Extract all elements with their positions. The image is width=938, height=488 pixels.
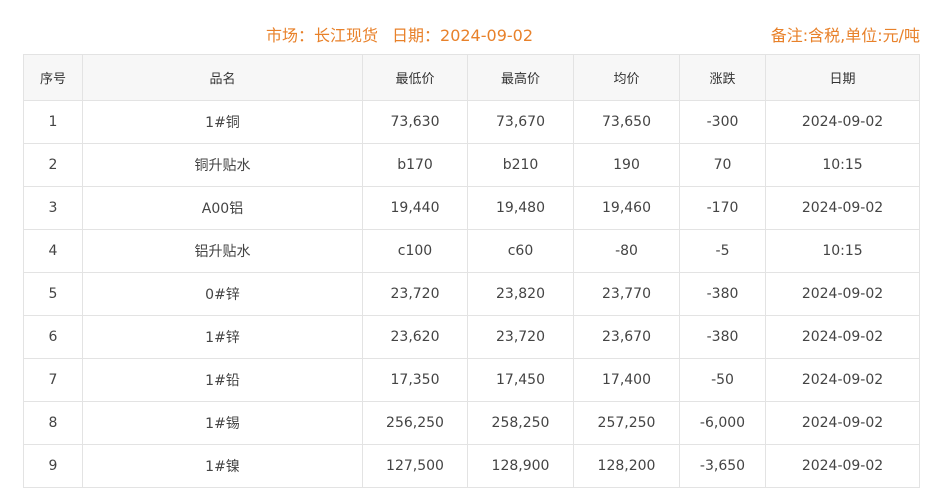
cell-name: 1#铜	[82, 100, 363, 144]
price-table: 序号 品名 最低价 最高价 均价 涨跌 日期 1 1#铜 73,630 73,670 7…	[23, 54, 920, 488]
cell-high: 73,670	[467, 100, 574, 144]
cell-date: 2024-09-02	[765, 401, 920, 445]
date-label: 日期：2024-09-02	[392, 26, 534, 45]
cell-low: 73,630	[362, 100, 468, 144]
table-body: 1 1#铜 73,630 73,670 73,650 -300 2024-09-02 2 铜升贴…	[23, 100, 920, 488]
cell-change: -3,650	[679, 444, 766, 488]
cell-avg: 257,250	[573, 401, 680, 445]
cell-low: 256,250	[362, 401, 468, 445]
cell-low: c100	[362, 229, 468, 273]
cell-date: 2024-09-02	[765, 444, 920, 488]
market-info: 市场：长江现货 日期：2024-09-02	[266, 22, 533, 46]
cell-avg: 17,400	[573, 358, 680, 402]
cell-no: 6	[23, 315, 83, 359]
cell-no: 7	[23, 358, 83, 402]
table-row: 9 1#镍 127,500 128,900 128,200 -3,650 2024-09-0…	[23, 444, 920, 488]
cell-change: -6,000	[679, 401, 766, 445]
cell-avg: 23,770	[573, 272, 680, 316]
table-row: 2 铜升贴水 b170 b210 190 70 10:15	[23, 143, 920, 187]
cell-name: 1#铅	[82, 358, 363, 402]
table-row: 7 1#铅 17,350 17,450 17,400 -50 2024-09-02	[23, 358, 920, 402]
cell-change: -300	[679, 100, 766, 144]
column-header-high: 最高价	[467, 54, 574, 101]
cell-avg: 19,460	[573, 186, 680, 230]
cell-date: 2024-09-02	[765, 358, 920, 402]
cell-low: 19,440	[362, 186, 468, 230]
cell-change: 70	[679, 143, 766, 187]
cell-date: 10:15	[765, 229, 920, 273]
cell-low: 17,350	[362, 358, 468, 402]
cell-low: 127,500	[362, 444, 468, 488]
cell-no: 4	[23, 229, 83, 273]
cell-no: 9	[23, 444, 83, 488]
column-header-avg: 均价	[573, 54, 680, 101]
cell-high: 258,250	[467, 401, 574, 445]
cell-avg: 73,650	[573, 100, 680, 144]
table-row: 5 0#锌 23,720 23,820 23,770 -380 2024-09-02	[23, 272, 920, 316]
cell-no: 8	[23, 401, 83, 445]
cell-high: 128,900	[467, 444, 574, 488]
column-header-no: 序号	[23, 54, 83, 101]
cell-date: 10:15	[765, 143, 920, 187]
cell-low: b170	[362, 143, 468, 187]
column-header-change: 涨跌	[679, 54, 766, 101]
cell-name: 铜升贴水	[82, 143, 363, 187]
cell-date: 2024-09-02	[765, 186, 920, 230]
cell-high: 17,450	[467, 358, 574, 402]
cell-high: c60	[467, 229, 574, 273]
cell-name: 铝升贴水	[82, 229, 363, 273]
column-header-date: 日期	[765, 54, 920, 101]
table-row: 6 1#锌 23,620 23,720 23,670 -380 2024-09-02	[23, 315, 920, 359]
cell-name: 1#锡	[82, 401, 363, 445]
report-header: 市场：长江现货 日期：2024-09-02 备注:含税,单位:元/吨	[0, 0, 938, 52]
cell-date: 2024-09-02	[765, 100, 920, 144]
cell-date: 2024-09-02	[765, 272, 920, 316]
column-header-low: 最低价	[362, 54, 468, 101]
cell-change: -50	[679, 358, 766, 402]
cell-avg: 190	[573, 143, 680, 187]
cell-change: -5	[679, 229, 766, 273]
market-label: 市场：长江现货	[266, 26, 379, 45]
cell-change: -380	[679, 272, 766, 316]
cell-date: 2024-09-02	[765, 315, 920, 359]
table-row: 3 A00铝 19,440 19,480 19,460 -170 2024-09-02	[23, 186, 920, 230]
cell-change: -170	[679, 186, 766, 230]
cell-high: b210	[467, 143, 574, 187]
table-header-row: 序号 品名 最低价 最高价 均价 涨跌 日期	[23, 54, 920, 101]
cell-high: 23,820	[467, 272, 574, 316]
cell-name: 1#镍	[82, 444, 363, 488]
cell-name: 0#锌	[82, 272, 363, 316]
cell-avg: 128,200	[573, 444, 680, 488]
cell-name: A00铝	[82, 186, 363, 230]
table-row: 4 铝升贴水 c100 c60 -80 -5 10:15	[23, 229, 920, 273]
cell-name: 1#锌	[82, 315, 363, 359]
cell-high: 23,720	[467, 315, 574, 359]
cell-no: 3	[23, 186, 83, 230]
cell-no: 5	[23, 272, 83, 316]
cell-low: 23,620	[362, 315, 468, 359]
cell-change: -380	[679, 315, 766, 359]
cell-avg: -80	[573, 229, 680, 273]
table-row: 1 1#铜 73,630 73,670 73,650 -300 2024-09-02	[23, 100, 920, 144]
cell-no: 1	[23, 100, 83, 144]
table-row: 8 1#锡 256,250 258,250 257,250 -6,000 2024-09-0…	[23, 401, 920, 445]
cell-low: 23,720	[362, 272, 468, 316]
cell-no: 2	[23, 143, 83, 187]
cell-avg: 23,670	[573, 315, 680, 359]
column-header-name: 品名	[82, 54, 363, 101]
unit-note: 备注:含税,单位:元/吨	[770, 26, 920, 45]
cell-high: 19,480	[467, 186, 574, 230]
